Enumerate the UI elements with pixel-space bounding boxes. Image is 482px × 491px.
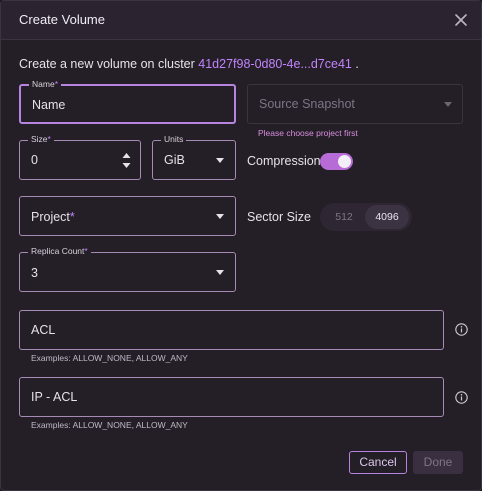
acl-input[interactable]: ACL [31, 323, 55, 337]
sector-size-option-512[interactable]: 512 [324, 205, 364, 229]
name-input[interactable]: Name [32, 98, 65, 112]
compression-toggle[interactable] [320, 153, 353, 170]
size-field[interactable]: Size* 0 [19, 134, 141, 180]
source-snapshot-helper: Please choose project first [258, 128, 358, 138]
info-icon[interactable] [455, 391, 468, 404]
cluster-id: 41d27f98-0d80-4e...d7ce41 [198, 57, 352, 71]
units-select[interactable]: Units GiB [152, 134, 236, 180]
replica-count-label-text: Replica Count [31, 246, 85, 256]
project-placeholder-text: Project [31, 210, 70, 224]
spinner-icon[interactable] [122, 152, 131, 174]
name-label: Name* [29, 79, 61, 90]
required-mark: * [47, 134, 51, 144]
ip-acl-input[interactable]: IP - ACL [31, 390, 77, 404]
size-label-text: Size [31, 134, 48, 144]
project-placeholder: Project* [31, 210, 75, 224]
toggle-knob [338, 155, 351, 168]
source-snapshot-select: Source Snapshot [247, 84, 463, 124]
units-label: Units [161, 134, 187, 145]
chevron-down-icon [444, 102, 452, 107]
sector-size-toggle: 512 4096 [320, 203, 412, 231]
replica-count-select[interactable]: Replica Count* 3 [19, 246, 236, 292]
chevron-down-icon [216, 270, 224, 275]
close-icon[interactable] [451, 10, 471, 30]
compression-label: Compression [247, 154, 321, 168]
size-label: Size* [28, 134, 54, 145]
required-mark: * [69, 210, 75, 224]
name-field[interactable]: Name* Name [19, 79, 236, 124]
sector-size-option-4096[interactable]: 4096 [365, 205, 409, 229]
intro-suffix: . [355, 57, 359, 71]
dialog-header: Create Volume [1, 1, 481, 40]
size-input[interactable]: 0 [31, 153, 38, 167]
source-snapshot-placeholder: Source Snapshot [259, 97, 355, 111]
replica-count-label: Replica Count* [28, 246, 91, 257]
info-icon[interactable] [455, 323, 468, 336]
name-label-text: Name [32, 79, 55, 89]
create-volume-dialog: Create Volume Create a new volume on clu… [0, 0, 482, 491]
acl-field[interactable]: ACL [19, 310, 444, 350]
units-value: GiB [164, 153, 185, 167]
done-button[interactable]: Done [413, 451, 463, 474]
intro-text: Create a new volume on cluster 41d27f98-… [19, 57, 359, 71]
project-select[interactable]: Project* [19, 196, 236, 236]
chevron-down-icon [216, 214, 224, 219]
ip-acl-field[interactable]: IP - ACL [19, 377, 444, 417]
ip-acl-helper: Examples: ALLOW_NONE, ALLOW_ANY [31, 420, 188, 430]
sector-size-label: Sector Size [247, 210, 311, 224]
intro-prefix: Create a new volume on cluster [19, 57, 199, 71]
chevron-down-icon [216, 158, 224, 163]
acl-helper: Examples: ALLOW_NONE, ALLOW_ANY [31, 353, 188, 363]
required-mark: * [84, 246, 88, 256]
cancel-button[interactable]: Cancel [349, 451, 407, 474]
required-mark: * [54, 79, 58, 89]
replica-count-value: 3 [31, 266, 38, 280]
dialog-title: Create Volume [19, 12, 105, 27]
